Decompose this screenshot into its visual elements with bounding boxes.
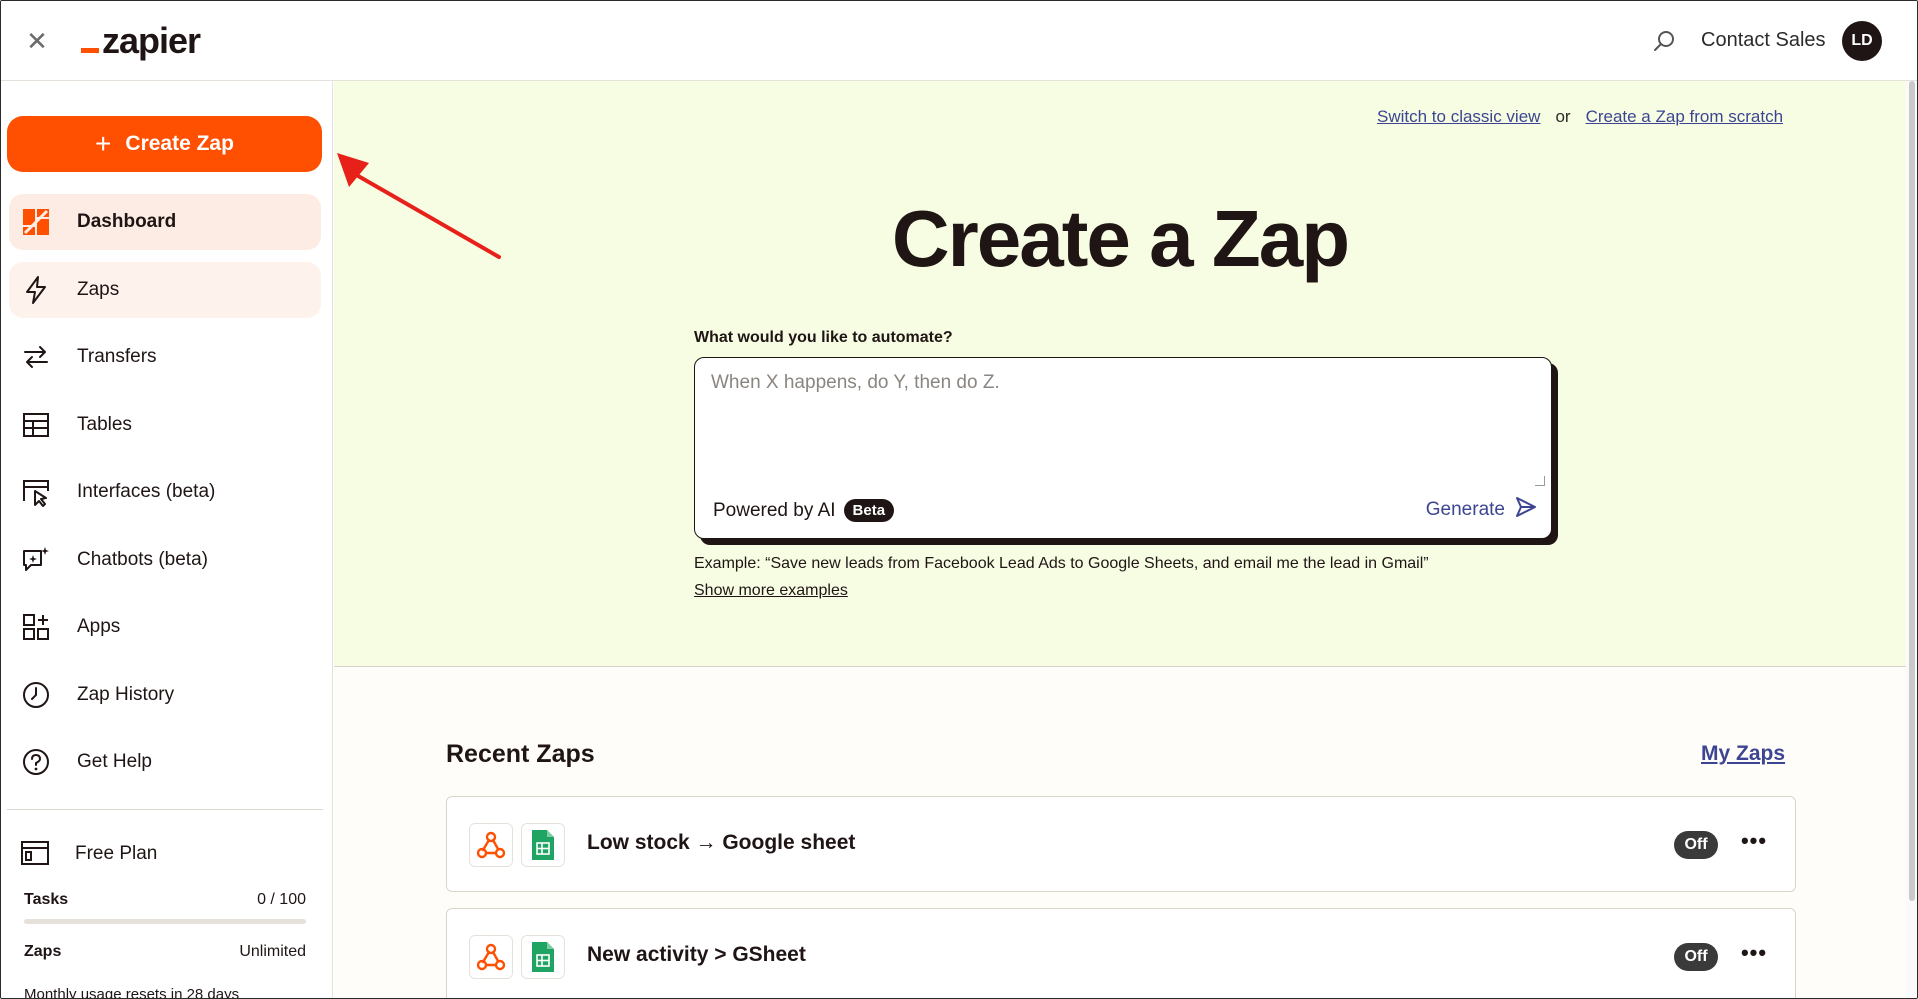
interface-icon	[21, 477, 51, 507]
beta-badge: Beta	[843, 499, 895, 522]
logo-underscore	[81, 48, 99, 53]
create-zap-hero: Switch to classic view or Create a Zap f…	[334, 81, 1906, 667]
sidebar-item-tables[interactable]: Tables	[9, 397, 321, 453]
more-options-icon[interactable]: •••	[1737, 827, 1771, 861]
sidebar-item-apps[interactable]: Apps	[9, 599, 321, 655]
sidebar-item-dashboard[interactable]: Dashboard	[9, 194, 321, 250]
automation-prompt-input[interactable]	[711, 372, 1531, 482]
zaps-value: Unlimited	[239, 943, 306, 960]
dashboard-icon	[21, 207, 51, 237]
zap-status-toggle[interactable]: Off	[1674, 831, 1718, 859]
avatar[interactable]: LD	[1842, 21, 1882, 61]
plus-icon: +	[95, 128, 112, 159]
my-zaps-link[interactable]: My Zaps	[1701, 742, 1785, 766]
zaps-usage-row: Zaps Unlimited	[24, 943, 306, 961]
example-text: Example: “Save new leads from Facebook L…	[694, 555, 1429, 572]
send-icon	[1515, 496, 1537, 524]
sidebar-item-label: Zap History	[77, 683, 175, 705]
close-icon[interactable]: ✕	[23, 27, 51, 55]
page-title: Create a Zap	[891, 194, 1350, 283]
create-from-scratch-link[interactable]: Create a Zap from scratch	[1586, 107, 1783, 127]
plan-icon	[19, 837, 51, 869]
search-icon[interactable]	[1649, 27, 1679, 57]
scrollbar-thumb[interactable]	[1909, 81, 1915, 901]
create-zap-button[interactable]: + Create Zap	[7, 116, 322, 172]
tasks-progress-bar	[24, 919, 306, 924]
create-zap-label: Create Zap	[125, 132, 234, 155]
powered-by-ai: Powered by AI Beta	[713, 499, 895, 522]
sidebar-item-label: Get Help	[77, 751, 152, 772]
clock-icon	[21, 680, 51, 710]
plan-section[interactable]: Free Plan	[19, 835, 319, 875]
google-sheets-icon	[521, 935, 565, 979]
sidebar-divider	[7, 809, 323, 810]
zaps-label: Zaps	[24, 943, 62, 960]
prompt-label: What would you like to automate?	[694, 329, 953, 346]
app-window: ✕ zapier Contact Sales LD + Create Zap D…	[0, 0, 1918, 999]
zap-name[interactable]: New activity > GSheet	[587, 943, 806, 967]
tasks-usage-row: Tasks 0 / 100	[24, 891, 306, 909]
sidebar-item-label: Apps	[77, 616, 121, 637]
or-text: or	[1555, 107, 1571, 126]
chatbot-icon	[21, 545, 51, 575]
logo-text: zapier	[102, 20, 201, 61]
sidebar-item-zaps[interactable]: Zaps	[9, 261, 321, 318]
sidebar-item-label: Interfaces (beta)	[77, 481, 216, 502]
resize-grip-icon[interactable]	[1535, 476, 1545, 486]
zap-name[interactable]: Low stock → Google sheet	[587, 831, 855, 855]
recent-zaps-title: Recent Zaps	[446, 740, 595, 768]
sidebar-item-transfers[interactable]: Transfers	[9, 329, 321, 385]
prompt-box: Powered by AI Beta Generate	[694, 357, 1552, 539]
zap-row[interactable]: Low stock → Google sheet Off •••	[446, 796, 1796, 892]
top-bar: ✕ zapier Contact Sales LD	[1, 1, 1917, 81]
show-more-examples-link[interactable]: Show more examples	[694, 582, 848, 600]
switch-classic-view-link[interactable]: Switch to classic view	[1377, 107, 1540, 127]
vertical-scrollbar[interactable]	[1906, 81, 1917, 998]
sidebar-item-get-help[interactable]: Get Help	[9, 734, 321, 790]
webhook-icon	[469, 823, 513, 867]
tasks-label: Tasks	[24, 891, 69, 908]
bolt-icon	[21, 275, 51, 305]
sidebar-item-label: Zaps	[77, 278, 120, 300]
sidebar-item-label: Dashboard	[77, 211, 177, 232]
generate-button[interactable]: Generate	[1426, 496, 1537, 524]
sidebar-item-label: Tables	[77, 413, 132, 435]
help-icon	[21, 747, 51, 777]
hero-links: Switch to classic view or Create a Zap f…	[1377, 107, 1783, 127]
recent-zaps-section: Recent Zaps My Zaps Low stock → Google s…	[334, 668, 1906, 998]
generate-label: Generate	[1425, 499, 1505, 520]
transfer-icon	[21, 342, 51, 372]
zap-row[interactable]: New activity > GSheet Off •••	[446, 908, 1796, 998]
apps-icon	[21, 612, 51, 642]
google-sheets-icon	[521, 823, 565, 867]
webhook-icon	[469, 935, 513, 979]
zapier-logo[interactable]: zapier	[81, 19, 201, 63]
sidebar-item-chatbots[interactable]: Chatbots (beta)	[9, 532, 321, 588]
contact-sales-link[interactable]: Contact Sales	[1701, 29, 1826, 52]
usage-reset-text: Monthly usage resets in 28 days	[24, 986, 240, 999]
powered-by-label: Powered by AI	[713, 499, 836, 521]
zap-status-toggle[interactable]: Off	[1674, 943, 1718, 971]
plan-label: Free Plan	[75, 843, 158, 864]
tasks-value: 0 / 100	[257, 891, 306, 908]
sidebar: + Create Zap Dashboard Zaps Transfers Ta…	[1, 81, 333, 999]
sidebar-item-label: Chatbots (beta)	[77, 548, 208, 570]
sidebar-item-zap-history[interactable]: Zap History	[9, 667, 321, 723]
sidebar-item-interfaces[interactable]: Interfaces (beta)	[9, 464, 321, 520]
table-icon	[21, 410, 51, 440]
sidebar-item-label: Transfers	[77, 346, 157, 367]
sidebar-nav: Dashboard Zaps Transfers Tables Interfac…	[9, 194, 321, 802]
more-options-icon[interactable]: •••	[1737, 939, 1771, 973]
